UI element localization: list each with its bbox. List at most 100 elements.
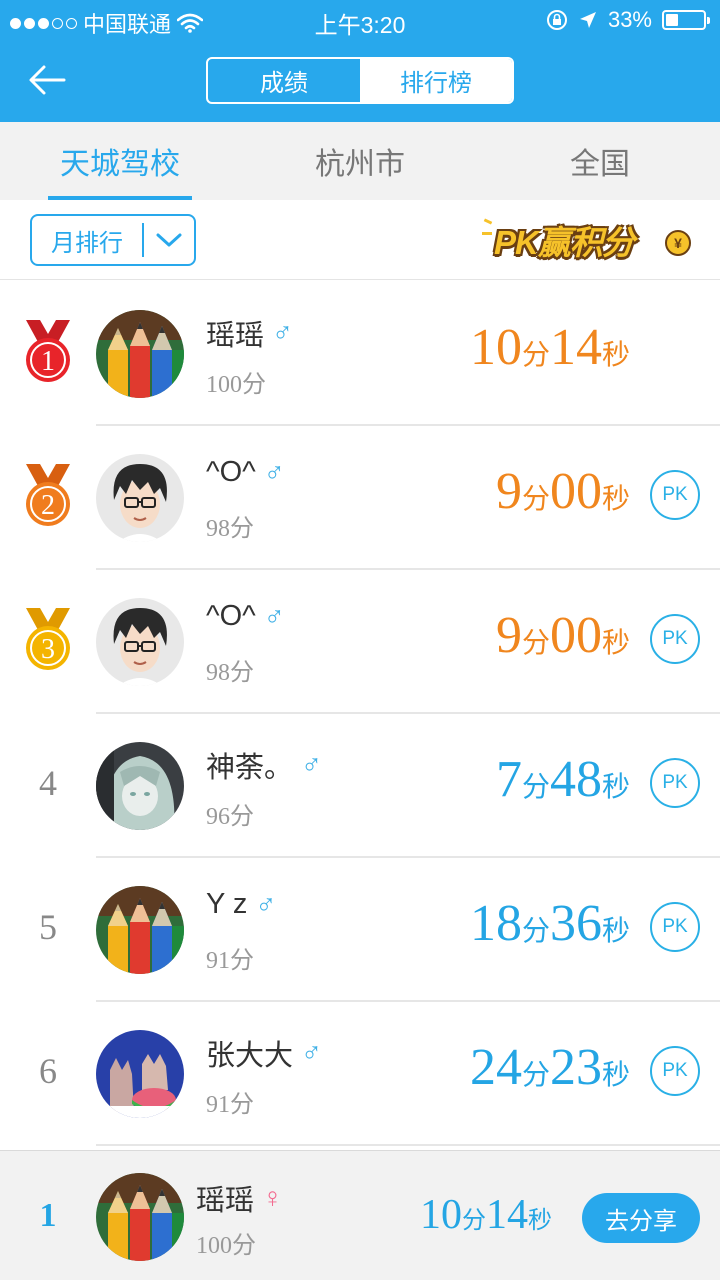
user-score: 98分 [206,516,254,542]
time-minutes: 10 [420,1192,462,1238]
pk-button[interactable]: PK [650,1046,700,1096]
share-button[interactable]: 去分享 [582,1193,700,1243]
medal-medal-icon: 3 [22,608,74,672]
spark-decoration [483,218,493,225]
tab-scores[interactable]: 成绩 [208,59,360,102]
back-button[interactable] [26,58,70,102]
time-minute-unit: 分 [462,1207,486,1234]
exam-time: 9 分 00 秒 [496,606,630,665]
exam-time: 18 分 36 秒 [470,894,630,953]
user-name: 张大大 [206,1040,294,1072]
chevron-down-icon [144,231,194,249]
battery-percent: 33% [607,7,652,32]
ranking-row[interactable]: 2 ^O^ ♂ 98分 9 分 00 秒 PK [0,426,720,570]
time-minute-unit: 分 [521,1059,550,1090]
time-seconds: 14 [486,1192,528,1238]
ranking-row[interactable]: 5 Y z ♂ 91分 18 分 36 秒 PK [0,858,720,1002]
user-name: Y z [206,888,248,920]
svg-text:2: 2 [41,490,55,521]
user-score: 98分 [206,660,254,686]
pk-button[interactable]: PK [650,902,700,952]
time-second-unit: 秒 [528,1207,552,1234]
time-minutes: 24 [469,1039,522,1096]
pk-button[interactable]: PK [650,758,700,808]
view-segmented-control: 成绩 排行榜 [206,57,514,104]
exam-time: 7 分 48 秒 [496,750,630,809]
male-gender-icon: ♂ [263,600,285,632]
time-second-unit: 秒 [601,627,630,658]
period-dropdown[interactable]: 月排行 [30,214,196,266]
status-bar: 中国联通 上午3:20 33% [0,0,720,40]
time-minutes: 9 [495,607,522,664]
gold-medal-icon: 1 [22,320,74,384]
rank-number: 4 [39,763,57,803]
time-second-unit: 秒 [601,915,630,946]
time-minutes: 18 [469,895,522,952]
user-score: 100分 [206,372,266,398]
medal-medal-icon: 2 [22,464,74,528]
exam-time: 9 分 00 秒 [496,462,630,521]
ranking-row[interactable]: 6 张大大 ♂ 91分 24 分 23 秒 PK [0,1002,720,1146]
time-second-unit: 秒 [601,339,630,370]
yen-coin-icon: ¥ [665,230,691,256]
rank-number: 6 [39,1051,57,1091]
exam-time: 24 分 23 秒 [470,1038,630,1097]
time-minutes: 9 [495,463,522,520]
rotation-lock-icon [546,10,567,30]
avatar[interactable] [96,598,184,686]
tab-national[interactable]: 全国 [480,122,720,200]
user-name: 神荼。 [206,752,294,784]
user-name: ^O^ [206,600,256,632]
time-second-unit: 秒 [601,1059,630,1090]
tab-driving-school[interactable]: 天城驾校 [0,122,240,200]
ranking-row[interactable]: 4 神荼。 ♂ 96分 7 分 48 秒 PK [0,714,720,858]
status-right: 33% [546,7,710,33]
time-minute-unit: 分 [521,627,550,658]
avatar [96,1173,184,1261]
top-app-bar: 中国联通 上午3:20 33% 成绩 排行榜 [0,0,720,122]
pk-button[interactable]: PK [650,470,700,520]
avatar[interactable] [96,886,184,974]
region-tab-bar: 天城驾校 杭州市 全国 [0,122,720,200]
svg-text:3: 3 [41,634,55,665]
ranking-row[interactable]: 3 ^O^ ♂ 98分 9 分 00 秒 PK [0,570,720,714]
name-line: 张大大 ♂ [206,1032,322,1074]
pk-earn-points-banner[interactable]: PK赢积分 ¥ [482,210,700,266]
user-score: 91分 [206,1092,254,1118]
my-time: 10 分 14 秒 [420,1191,552,1239]
my-name-line: 瑶瑶 ♀ [196,1177,283,1219]
my-score: 100分 [196,1233,256,1259]
time-seconds: 48 [549,751,602,808]
name-line: ^O^ ♂ [206,600,285,633]
avatar[interactable] [96,1030,184,1118]
avatar[interactable] [96,310,184,398]
pk-banner-text: PK赢积分 [494,224,635,261]
time-minutes: 10 [469,319,522,376]
svg-text:1: 1 [41,346,55,377]
time-minute-unit: 分 [521,771,550,802]
time-second-unit: 秒 [601,483,630,514]
my-user-name: 瑶瑶 [196,1185,255,1217]
pk-button[interactable]: PK [650,614,700,664]
male-gender-icon: ♂ [272,317,294,348]
tab-leaderboard[interactable]: 排行榜 [360,59,512,102]
time-seconds: 00 [549,607,602,664]
avatar[interactable] [96,454,184,542]
name-line: 瑶瑶 ♂ [206,312,293,354]
name-line: 神荼。 ♂ [206,744,322,786]
battery-icon [662,10,710,30]
time-seconds: 14 [549,319,602,376]
female-gender-icon: ♀ [262,1182,284,1213]
tab-city[interactable]: 杭州市 [240,122,480,200]
avatar[interactable] [96,742,184,830]
user-score: 96分 [206,804,254,830]
location-arrow-icon [579,12,596,28]
ranking-row[interactable]: 1 瑶瑶 ♂ 100分 10 分 14 秒 [0,282,720,426]
ranking-list: 1 瑶瑶 ♂ 100分 10 分 14 秒 2 ^O^ ♂ 98分 9 分 00 秒 PK 3 ^O^ ♂ 98分 9 分 0… [0,282,720,1146]
male-gender-icon: ♂ [301,749,323,780]
back-arrow-icon [29,65,66,95]
user-name: ^O^ [206,456,256,488]
male-gender-icon: ♂ [255,888,277,920]
time-seconds: 00 [549,463,602,520]
my-rank-bar: 1 瑶瑶 ♀ 100分 10 分 14 秒 去分享 [0,1150,720,1280]
